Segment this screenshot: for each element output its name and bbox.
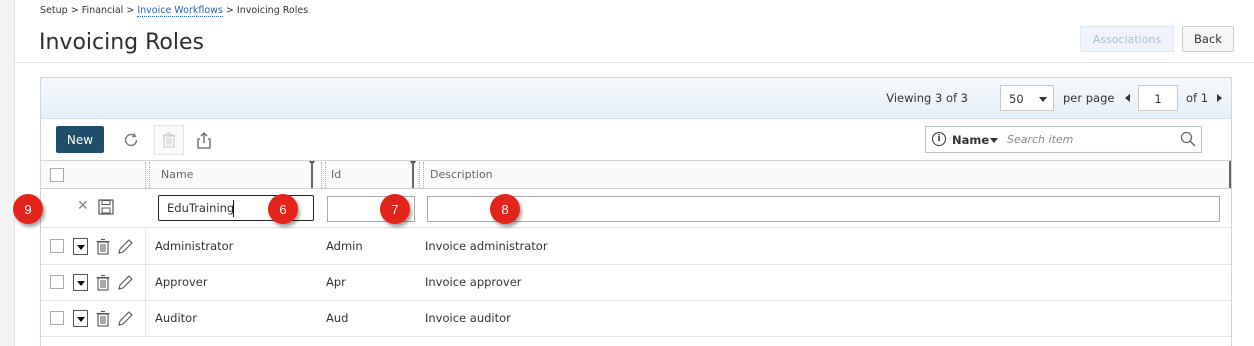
back-button[interactable]: Back [1182,26,1234,52]
cell-name: Administrator [155,239,234,253]
breadcrumb-separator: > [126,5,135,16]
pencil-icon[interactable] [117,274,133,291]
breadcrumb-separator: > [225,5,234,16]
grid-toolbar: New i Name Search item [41,119,1231,160]
column-separator [145,162,147,188]
cancel-edit-icon[interactable]: ✕ [77,198,89,214]
text-cursor [233,200,234,217]
breadcrumb-separator: > [70,5,79,16]
callout-marker-9: 9 [13,194,43,224]
breadcrumb-financial[interactable]: Financial [82,5,124,16]
select-all-checkbox[interactable] [50,168,64,182]
column-resize-handle[interactable] [412,161,414,188]
save-icon[interactable] [98,199,114,215]
column-separator [423,162,425,188]
row-checkbox[interactable] [50,275,64,289]
row-checkbox[interactable] [50,311,64,325]
header-divider [15,62,1254,63]
page-number-input[interactable]: 1 [1138,85,1178,111]
viewing-label: Viewing [886,91,932,105]
callout-marker-6: 6 [268,194,298,224]
viewing-value: 3 of 3 [934,91,968,105]
trash-icon[interactable] [95,274,111,291]
callout-marker-7: 7 [380,194,410,224]
associations-button[interactable]: Associations [1080,26,1174,52]
cell-name: Auditor [155,311,197,325]
chevron-down-icon [1039,97,1047,102]
viewing-count: Viewing 3 of 3 [886,91,968,105]
row-checkbox[interactable] [50,239,64,253]
table-row[interactable]: Auditor Aud Invoice auditor [41,300,1231,337]
search-icon[interactable] [1180,131,1196,147]
search-input[interactable]: Search item [1007,133,1073,146]
cell-description: Invoice approver [425,275,522,289]
row-divider [145,300,146,336]
page: Setup > Financial > Invoice Workflows > … [14,0,1254,346]
breadcrumb-setup[interactable]: Setup [40,5,68,16]
per-page-value: 50 [1009,92,1024,106]
export-icon[interactable] [194,130,214,150]
cell-description: Invoice auditor [425,311,511,325]
cell-description: Invoice administrator [425,239,548,253]
column-resize-handle[interactable] [311,161,313,188]
column-separator [419,162,421,188]
row-divider [145,228,146,264]
row-menu-dropdown[interactable] [73,310,88,327]
info-icon[interactable]: i [932,132,946,146]
table-header: Name Id Description [41,160,1231,189]
breadcrumb-invoice-workflows[interactable]: Invoice Workflows [137,5,223,17]
roles-grid: Viewing 3 of 3 50 per page 1 of 1 New i … [40,77,1232,346]
next-page-icon[interactable] [1217,94,1222,102]
row-menu-dropdown[interactable] [73,274,88,291]
row-divider [145,264,146,300]
row-menu-dropdown[interactable] [73,238,88,255]
page-title: Invoicing Roles [39,30,204,55]
previous-page-icon[interactable] [1125,94,1130,102]
cell-id: Aud [326,311,349,325]
column-separator [325,162,327,188]
search-field-select[interactable]: Name [952,133,989,147]
callout-marker-8: 8 [490,194,520,224]
search-box: i Name Search item [925,126,1202,153]
per-page-select[interactable]: 50 [1000,85,1054,111]
column-resize-handle[interactable] [1229,161,1231,188]
new-row-editor: ✕ EduTraining [41,189,1231,228]
cell-id: Apr [326,275,346,289]
pager-bar: Viewing 3 of 3 50 per page 1 of 1 [41,78,1231,119]
description-input[interactable] [427,196,1220,222]
pencil-icon[interactable] [117,238,133,255]
chevron-down-icon[interactable] [990,138,998,143]
per-page-label: per page [1063,91,1115,105]
breadcrumb-current: Invoicing Roles [236,5,309,16]
column-header-name[interactable]: Name [161,168,193,181]
table-row[interactable]: Approver Apr Invoice approver [41,264,1231,301]
pencil-icon[interactable] [117,310,133,327]
trash-icon[interactable] [95,238,111,255]
column-header-id[interactable]: Id [331,168,341,181]
trash-icon [163,132,175,148]
table-row[interactable]: Administrator Admin Invoice administrato… [41,228,1231,265]
delete-button[interactable] [154,125,184,155]
column-header-description[interactable]: Description [430,168,493,181]
cell-id: Admin [326,239,363,253]
column-separator [149,162,151,188]
cell-name: Approver [155,275,208,289]
trash-icon[interactable] [95,310,111,327]
new-button[interactable]: New [56,126,104,153]
refresh-icon[interactable] [121,130,141,150]
breadcrumb: Setup > Financial > Invoice Workflows > … [40,5,309,17]
column-separator [321,162,323,188]
total-pages: of 1 [1186,91,1209,105]
